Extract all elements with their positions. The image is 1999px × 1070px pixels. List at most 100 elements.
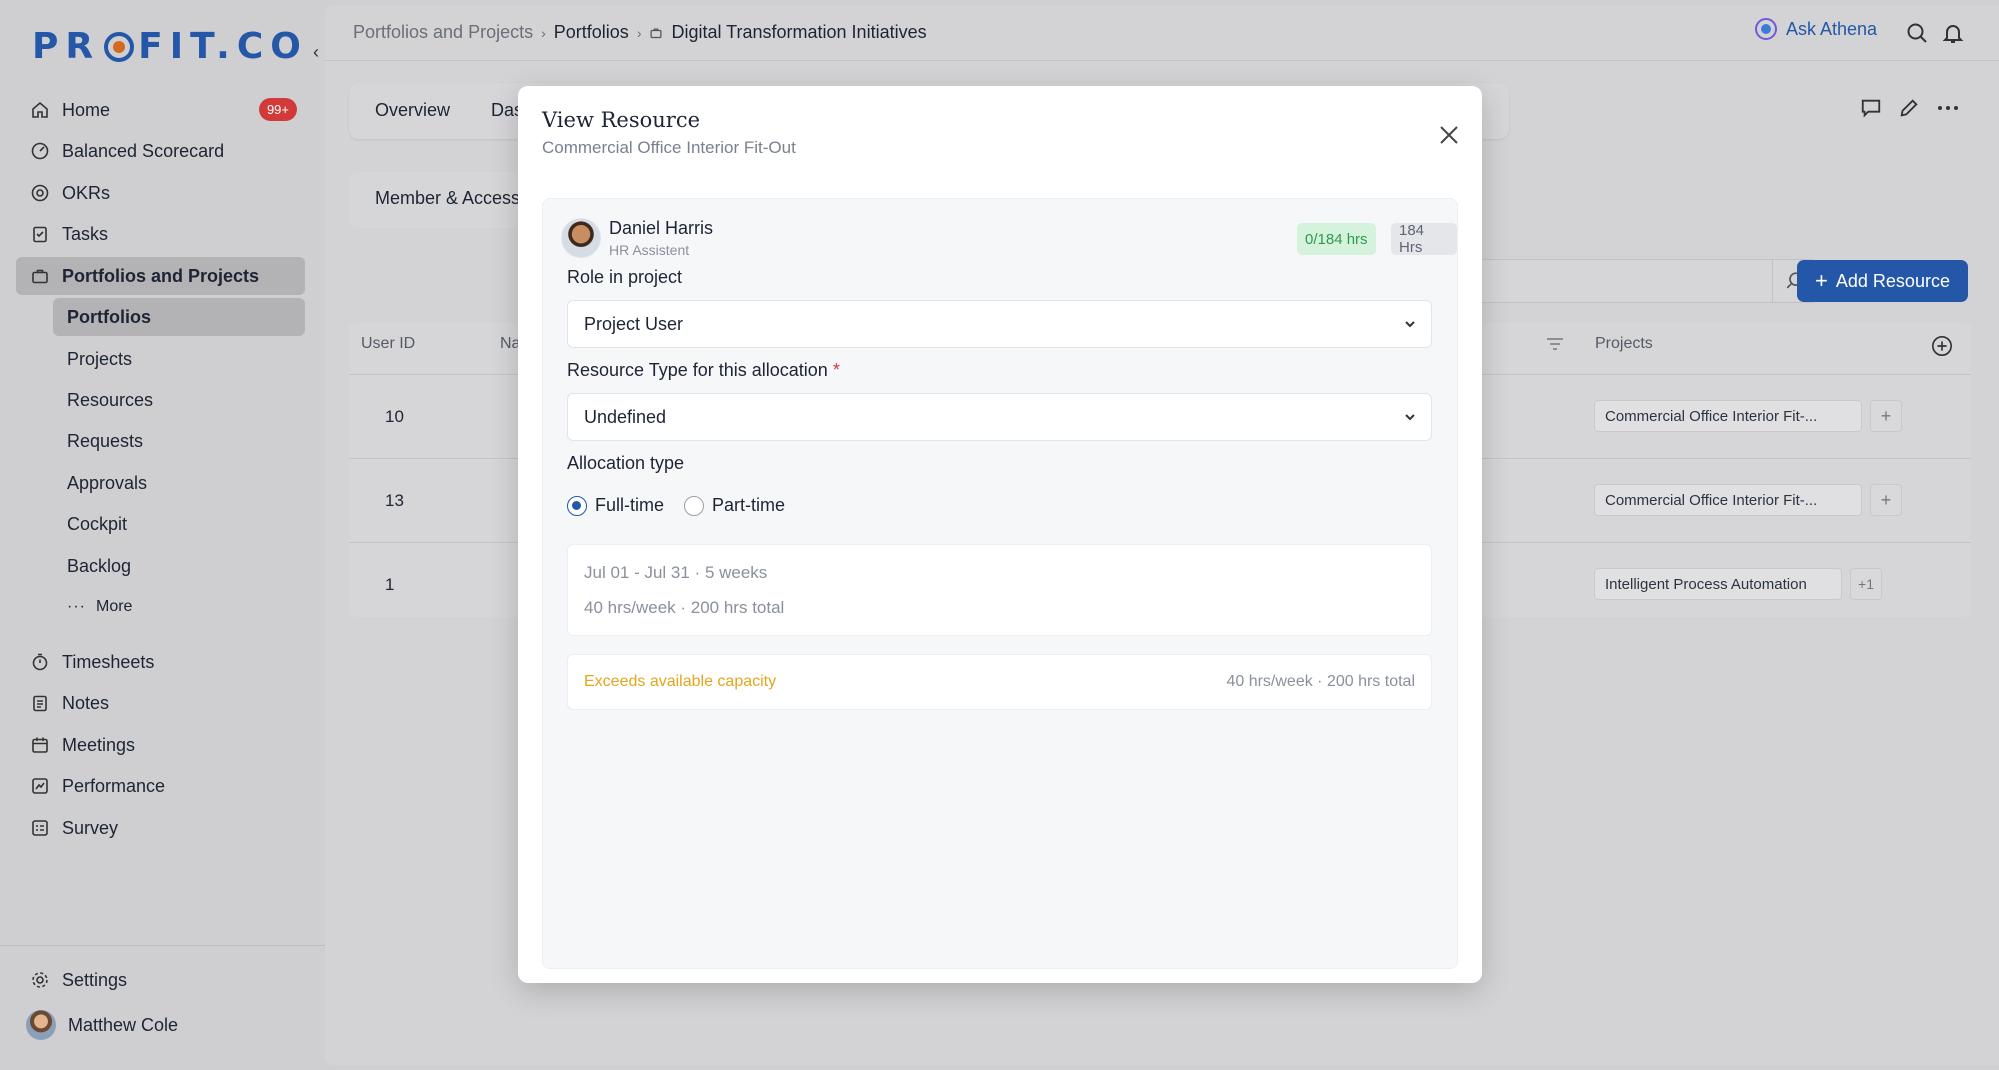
top-bar: Portfolios and Projects › Portfolios › D… — [325, 5, 1999, 61]
capacity-hours-badge: 184 Hrs — [1391, 222, 1457, 256]
edit-pencil-icon[interactable] — [1898, 97, 1920, 119]
sidebar-item-performance[interactable]: Performance — [16, 767, 305, 805]
sidebar: PR FIT.CO ‹ Home 99+ Balanced Scorecard O… — [0, 0, 325, 1070]
sidebar-item-home[interactable]: Home 99+ — [16, 91, 305, 129]
user-id-cell: 1 — [385, 575, 395, 594]
allocation-type-radio-group: Full-time Part-time — [567, 495, 785, 516]
allocation-dates: Jul 01 - Jul 31 · 5 weeks — [584, 563, 768, 582]
tab-member-access[interactable]: Member & Access — [375, 188, 520, 209]
capacity-warning-detail: 40 hrs/week · 200 hrs total — [1226, 673, 1415, 690]
stopwatch-icon — [30, 652, 50, 672]
allocation-summary: Jul 01 - Jul 31 · 5 weeks 40 hrs/week · … — [567, 544, 1432, 636]
sidebar-subitem-approvals[interactable]: Approvals — [53, 464, 305, 502]
sidebar-subitem-projects[interactable]: Projects — [53, 340, 305, 378]
tab-overview[interactable]: Overview — [375, 100, 450, 121]
add-column-icon[interactable] — [1931, 335, 1953, 357]
user-id-cell: 13 — [385, 491, 404, 510]
project-chip[interactable]: Commercial Office Interior Fit-... — [1594, 484, 1862, 516]
allocation-type-label: Allocation type — [567, 453, 685, 473]
sidebar-subitem-portfolios[interactable]: Portfolios — [53, 298, 305, 336]
sidebar-item-timesheets[interactable]: Timesheets — [16, 643, 305, 681]
column-header-user-id[interactable]: User ID — [361, 335, 415, 353]
more-options-icon[interactable] — [1936, 97, 1960, 119]
part-time-radio[interactable] — [684, 495, 705, 516]
role-in-project-select[interactable]: Project User — [567, 300, 1432, 348]
modal-title: View Resource — [542, 108, 701, 132]
sidebar-item-notes[interactable]: Notes — [16, 684, 305, 722]
profit-co-logo[interactable]: PR FIT.CO — [32, 26, 308, 67]
full-time-radio[interactable] — [567, 495, 587, 516]
sidebar-divider — [0, 945, 325, 946]
project-chip[interactable]: Commercial Office Interior Fit-... — [1594, 400, 1862, 432]
close-icon[interactable] — [1438, 124, 1460, 146]
part-time-label[interactable]: Part-time — [712, 495, 785, 516]
add-project-button[interactable]: + — [1870, 484, 1902, 516]
sidebar-subitem-resources[interactable]: Resources — [53, 381, 305, 419]
sidebar-item-balanced-scorecard[interactable]: Balanced Scorecard — [16, 132, 305, 170]
sidebar-item-label: Home — [62, 99, 111, 120]
comment-icon[interactable] — [1860, 97, 1882, 119]
gear-icon — [30, 970, 50, 990]
view-resource-modal: View Resource Commercial Office Interior… — [518, 86, 1482, 983]
column-header-projects[interactable]: Projects — [1595, 335, 1653, 353]
sidebar-item-settings[interactable]: Settings — [16, 961, 305, 999]
briefcase-icon — [649, 26, 663, 40]
plus-icon: + — [1815, 268, 1828, 293]
notification-badge: 99+ — [258, 98, 297, 121]
add-project-button[interactable]: + — [1870, 400, 1902, 432]
ask-athena-button[interactable]: Ask Athena — [1754, 17, 1877, 41]
bell-icon[interactable] — [1941, 21, 1965, 45]
add-resource-label: Add Resource — [1835, 270, 1950, 291]
sidebar-user-profile[interactable]: Matthew Cole — [16, 1006, 305, 1044]
more-projects-chip[interactable]: +1 — [1850, 568, 1882, 600]
breadcrumb-current-portfolio: Digital Transformation Initiatives — [671, 22, 927, 42]
required-asterisk: * — [832, 360, 840, 380]
capacity-warning-text: Exceeds available capacity — [584, 673, 777, 690]
sidebar-item-okrs[interactable]: OKRs — [16, 174, 305, 212]
notes-icon — [30, 693, 50, 713]
avatar — [561, 218, 601, 258]
sidebar-item-label: Timesheets — [62, 651, 155, 672]
role-in-project-label: Role in project — [567, 267, 683, 287]
resource-type-label-text: Resource Type for this allocation — [567, 360, 828, 380]
chevron-right-icon: › — [541, 24, 546, 41]
chart-icon — [30, 776, 50, 796]
sidebar-subitem-backlog[interactable]: Backlog — [53, 547, 305, 585]
calendar-icon — [30, 735, 50, 755]
resource-type-select[interactable]: Undefined — [567, 393, 1432, 441]
sidebar-item-meetings[interactable]: Meetings — [16, 726, 305, 764]
ask-athena-label: Ask Athena — [1786, 18, 1878, 39]
survey-icon — [30, 818, 50, 838]
sidebar-item-label: Survey — [62, 817, 119, 838]
filter-icon[interactable] — [1546, 337, 1564, 351]
resource-name: Daniel Harris — [609, 218, 714, 238]
full-time-label[interactable]: Full-time — [595, 495, 664, 516]
chevron-down-icon — [1403, 317, 1417, 331]
role-selected-value: Project User — [584, 313, 684, 334]
sidebar-item-portfolios-and-projects[interactable]: Portfolios and Projects — [16, 257, 305, 295]
chevron-down-icon — [1403, 410, 1417, 424]
sidebar-item-survey[interactable]: Survey — [16, 809, 305, 847]
add-resource-button[interactable]: + Add Resource — [1797, 260, 1968, 302]
sidebar-subitem-requests[interactable]: Requests — [53, 422, 305, 460]
clipboard-icon — [30, 224, 50, 244]
modal-subtitle: Commercial Office Interior Fit-Out — [542, 138, 796, 157]
resource-search-input[interactable] — [1425, 259, 1817, 303]
target-icon — [30, 183, 50, 203]
allocation-hours: 40 hrs/week · 200 hrs total — [584, 598, 785, 617]
more-label: More — [95, 598, 133, 615]
resource-type-label: Resource Type for this allocation * — [567, 360, 840, 381]
sidebar-subitem-more[interactable]: ··· More — [53, 588, 305, 626]
breadcrumb-portfolios[interactable]: Portfolios — [554, 22, 629, 43]
project-chip[interactable]: Intelligent Process Automation — [1594, 568, 1842, 600]
sidebar-item-tasks[interactable]: Tasks — [16, 215, 305, 253]
chevron-right-icon: › — [636, 24, 642, 41]
sidebar-item-label: Notes — [62, 692, 110, 713]
breadcrumb: Portfolios and Projects › Portfolios › D… — [353, 22, 927, 43]
collapse-sidebar-chevron-icon[interactable]: ‹ — [313, 42, 319, 63]
sidebar-subitem-cockpit[interactable]: Cockpit — [53, 505, 305, 543]
search-icon[interactable] — [1905, 21, 1929, 45]
breadcrumb-portfolios-and-projects[interactable]: Portfolios and Projects — [353, 22, 533, 43]
sidebar-item-label: OKRs — [62, 182, 111, 203]
sidebar-item-label: Meetings — [62, 734, 136, 755]
